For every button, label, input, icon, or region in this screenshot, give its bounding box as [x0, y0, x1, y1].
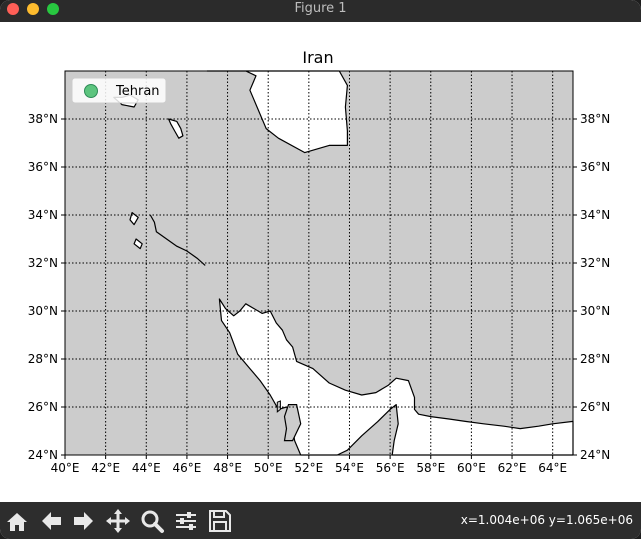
lat-tick-label-left: 26°N — [28, 400, 58, 414]
lon-tick-label: 46°E — [172, 461, 201, 475]
zoom-icon — [141, 510, 164, 533]
lat-tick-label-right: 38°N — [580, 112, 610, 126]
cursor-coordinates: x=1.004e+06 y=1.065e+06 — [460, 513, 633, 527]
legend-label-tehran: Tehran — [115, 84, 160, 99]
pan-button[interactable] — [103, 506, 133, 536]
lat-tick-label-left: 36°N — [28, 160, 58, 174]
figure-canvas[interactable]: Iran 40°E 42°E 44°E 46°E 48°E 50°E 52°E 54°E 56°… — [0, 22, 641, 502]
configure-subplots-button[interactable] — [171, 506, 201, 536]
lon-tick-label: 58°E — [416, 461, 445, 475]
legend: Tehran — [71, 77, 167, 104]
lat-tick-label-right: 36°N — [580, 160, 610, 174]
lat-tick-label-left: 30°N — [28, 304, 58, 318]
lon-tick-label: 42°E — [91, 461, 120, 475]
lon-tick-label: 56°E — [376, 461, 405, 475]
lat-tick-label-right: 28°N — [580, 352, 610, 366]
lon-tick-label: 54°E — [335, 461, 364, 475]
bahrain-island — [276, 400, 281, 413]
zoom-button[interactable] — [137, 506, 167, 536]
pan-icon — [106, 509, 130, 533]
lat-tick-label-left: 28°N — [28, 352, 58, 366]
lat-tick-label-right: 30°N — [580, 304, 610, 318]
navigation-toolbar: x=1.004e+06 y=1.065e+06 — [0, 502, 641, 539]
lat-tick-label-left: 38°N — [28, 112, 58, 126]
lon-tick-label: 44°E — [132, 461, 161, 475]
window-title: Figure 1 — [294, 1, 347, 16]
forward-arrow-icon — [74, 512, 93, 530]
lat-tick-label-left: 32°N — [28, 256, 58, 270]
configure-subplots-icon — [176, 512, 196, 530]
save-icon — [209, 510, 231, 532]
lat-tick-label-right: 24°N — [580, 448, 610, 462]
save-button[interactable] — [205, 506, 235, 536]
lon-tick-label: 52°E — [294, 461, 323, 475]
lat-tick-label-left: 24°N — [28, 448, 58, 462]
lon-tick-label: 64°E — [538, 461, 567, 475]
lat-tick-label-right: 32°N — [580, 256, 610, 270]
lat-tick-label-left: 34°N — [28, 208, 58, 222]
map-title: Iran — [302, 48, 333, 67]
back-button[interactable] — [36, 506, 66, 536]
home-icon — [7, 513, 27, 531]
lat-tick-label-right: 26°N — [580, 400, 610, 414]
lon-tick-label: 50°E — [254, 461, 283, 475]
lon-tick-label: 40°E — [51, 461, 80, 475]
title-bar: Figure 1 — [0, 0, 641, 22]
back-arrow-icon — [42, 512, 61, 530]
figure-window: Figure 1 Iran 40°E 42°E 44°E 46°E 48°E 50°E 52… — [0, 0, 641, 539]
lon-tick-label: 62°E — [498, 461, 527, 475]
lon-tick-label: 48°E — [213, 461, 242, 475]
home-button[interactable] — [2, 506, 32, 536]
legend-marker-tehran — [84, 84, 98, 98]
forward-button[interactable] — [69, 506, 99, 536]
lon-tick-label: 60°E — [457, 461, 486, 475]
map-plot[interactable]: Iran 40°E 42°E 44°E 46°E 48°E 50°E 52°E 54°E 56°… — [0, 22, 641, 502]
lat-tick-label-right: 34°N — [580, 208, 610, 222]
